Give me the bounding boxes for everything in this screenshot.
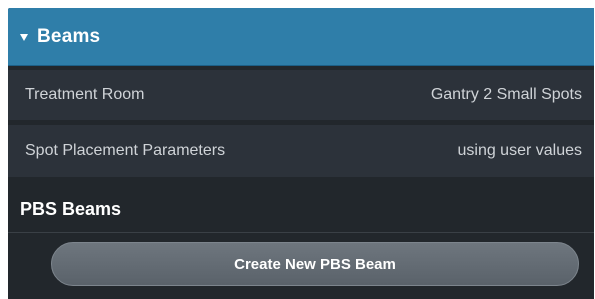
beams-section-header[interactable]: Beams <box>8 8 594 66</box>
treatment-room-value: Gantry 2 Small Spots <box>430 86 582 103</box>
spot-placement-value: using user values <box>457 142 582 159</box>
spot-placement-label: Spot Placement Parameters <box>25 142 226 159</box>
beams-panel: Beams Treatment Room Gantry 2 Small Spot… <box>8 8 594 299</box>
pbs-beams-heading: PBS Beams <box>20 199 122 219</box>
treatment-room-label: Treatment Room <box>25 86 145 103</box>
caret-down-icon[interactable] <box>20 33 28 41</box>
spot-placement-row: Spot Placement Parameters using user val… <box>8 125 594 177</box>
section-title: Beams <box>37 25 101 47</box>
create-pbs-beam-button[interactable]: Create New PBS Beam <box>51 242 579 286</box>
divider <box>8 232 594 233</box>
treatment-room-row: Treatment Room Gantry 2 Small Spots <box>8 70 594 120</box>
